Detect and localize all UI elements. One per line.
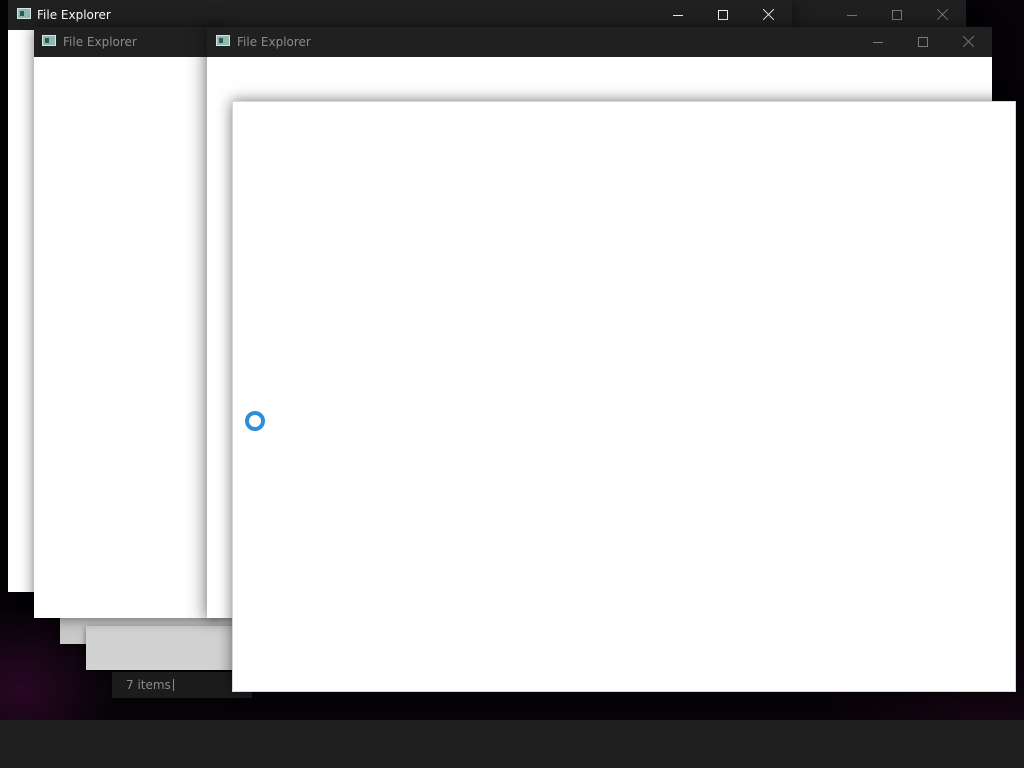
minimize-icon	[873, 42, 883, 43]
minimize-button[interactable]	[856, 27, 900, 57]
close-button[interactable]	[746, 0, 790, 30]
titlebar[interactable]: File Explorer	[34, 27, 224, 57]
close-button[interactable]	[946, 27, 990, 57]
status-bar: 7 items	[112, 672, 252, 698]
close-icon	[762, 8, 775, 21]
window-stack-layer	[86, 626, 246, 670]
titlebar[interactable]	[792, 0, 966, 30]
titlebar[interactable]: File Explorer	[207, 27, 992, 57]
minimize-button[interactable]	[656, 0, 700, 30]
taskbar[interactable]	[0, 720, 1024, 768]
file-explorer-icon	[216, 35, 230, 46]
minimize-icon	[847, 15, 857, 16]
close-icon	[962, 35, 975, 48]
minimize-icon	[673, 15, 683, 16]
window-title: File Explorer	[237, 35, 311, 49]
window-loading[interactable]	[232, 101, 1016, 692]
desktop: File Explorer 7 items File Explorer File…	[0, 0, 1024, 768]
maximize-icon	[918, 37, 928, 47]
maximize-icon	[718, 10, 728, 20]
status-separator	[173, 679, 174, 691]
maximize-button[interactable]	[701, 0, 745, 30]
maximize-button[interactable]	[901, 27, 945, 57]
titlebar[interactable]: File Explorer	[8, 0, 792, 30]
window-title: File Explorer	[63, 35, 137, 49]
window-title: File Explorer	[37, 8, 111, 22]
file-explorer-icon	[42, 35, 56, 46]
minimize-button[interactable]	[830, 0, 874, 30]
window-file-explorer-middle: File Explorer	[34, 27, 224, 618]
file-explorer-icon	[17, 8, 31, 19]
close-button[interactable]	[920, 0, 964, 30]
close-icon	[936, 8, 949, 21]
loading-spinner-icon	[245, 411, 265, 431]
maximize-icon	[892, 10, 902, 20]
maximize-button[interactable]	[875, 0, 919, 30]
item-count: 7 items	[126, 678, 171, 692]
